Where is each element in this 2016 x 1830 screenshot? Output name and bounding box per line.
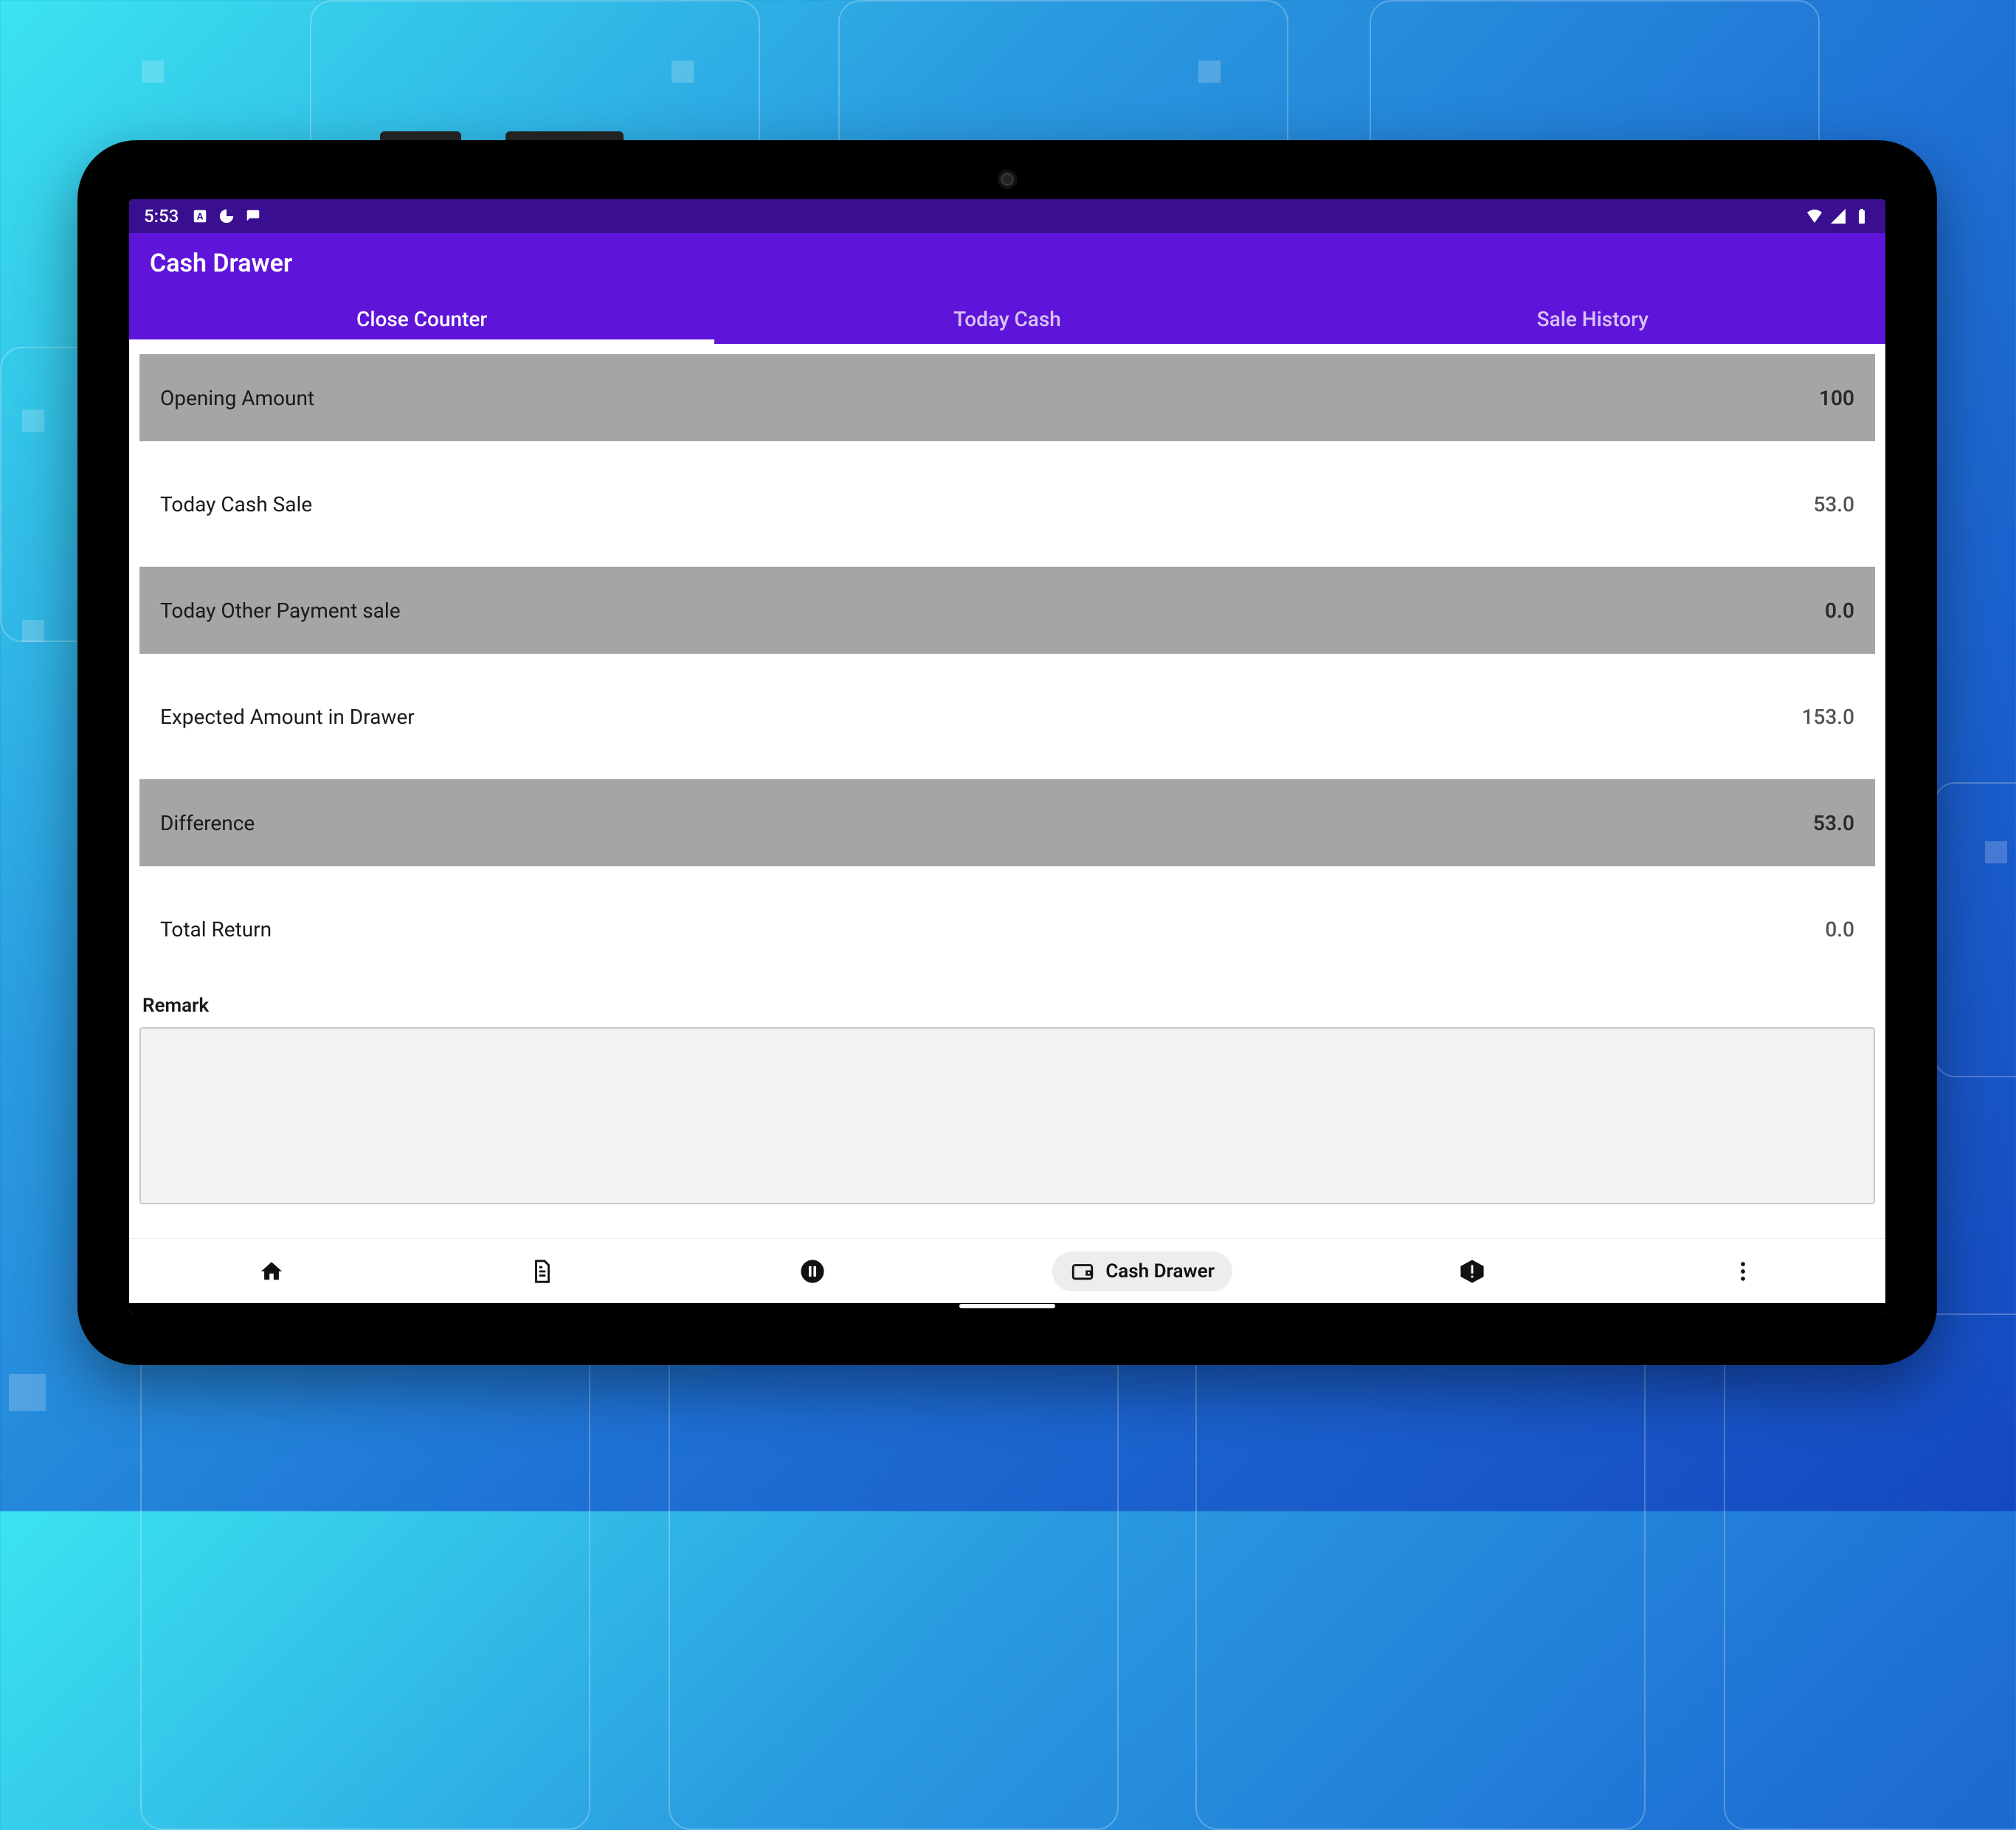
row-label: Expected Amount in Drawer [160, 705, 415, 729]
row-total-return: Total Return 0.0 [139, 885, 1875, 973]
tab-close-counter[interactable]: Close Counter [129, 294, 714, 344]
bg-decoration [672, 61, 694, 83]
row-value: 153.0 [1802, 705, 1854, 729]
nav-document[interactable] [512, 1251, 573, 1291]
more-vert-icon [1730, 1259, 1756, 1284]
nav-pause[interactable] [782, 1251, 843, 1291]
tab-today-cash[interactable]: Today Cash [714, 294, 1299, 344]
tablet-power-button [380, 131, 461, 140]
remark-label: Remark [139, 992, 1875, 1027]
row-label: Today Cash Sale [160, 492, 312, 517]
bg-decoration [142, 61, 164, 83]
notification-icon [245, 208, 261, 224]
tablet-camera [998, 170, 1017, 189]
app-bar: Cash Drawer [129, 233, 1885, 294]
row-label: Total Return [160, 917, 272, 942]
bg-decoration [1724, 1313, 2016, 1830]
bg-decoration [9, 1374, 46, 1411]
bg-decoration [1195, 1313, 1646, 1830]
row-value: 100 [1819, 386, 1854, 410]
tab-sale-history[interactable]: Sale History [1300, 294, 1885, 344]
wallet-icon [1070, 1259, 1095, 1284]
notification-icon [218, 208, 235, 224]
tab-label: Sale History [1537, 307, 1649, 331]
signal-icon [1829, 207, 1847, 225]
battery-icon [1853, 207, 1871, 225]
tab-label: Close Counter [356, 307, 487, 331]
nav-label: Cash Drawer [1105, 1260, 1215, 1282]
row-value: 0.0 [1825, 598, 1854, 623]
tablet-frame: 5:53 A Cash Drawer Close Counter Toda [77, 140, 1937, 1365]
row-today-cash-sale: Today Cash Sale 53.0 [139, 460, 1875, 548]
bg-decoration [1985, 841, 2007, 863]
row-label: Difference [160, 811, 255, 835]
content-area[interactable]: Opening Amount 100 Today Cash Sale 53.0 … [129, 344, 1885, 1238]
status-left-icons: A [192, 208, 261, 224]
alert-icon [1460, 1259, 1485, 1284]
gesture-bar [129, 1303, 1885, 1313]
remark-input[interactable] [139, 1027, 1875, 1204]
status-bar: 5:53 A [129, 199, 1885, 233]
svg-text:A: A [197, 212, 204, 223]
row-today-other-payment: Today Other Payment sale 0.0 [139, 567, 1875, 654]
nav-cash-drawer[interactable]: Cash Drawer [1052, 1251, 1232, 1291]
row-value: 0.0 [1825, 917, 1854, 942]
bottom-nav: Cash Drawer [129, 1238, 1885, 1303]
nav-home[interactable] [241, 1251, 302, 1291]
app-title: Cash Drawer [150, 249, 292, 278]
bg-decoration [140, 1313, 590, 1830]
status-time: 5:53 [144, 206, 179, 227]
nav-alert[interactable] [1442, 1251, 1502, 1291]
document-icon [530, 1259, 555, 1284]
bg-decoration [1198, 61, 1221, 83]
wifi-icon [1806, 207, 1823, 225]
row-label: Opening Amount [160, 386, 314, 410]
screen: 5:53 A Cash Drawer Close Counter Toda [129, 199, 1885, 1313]
tab-bar: Close Counter Today Cash Sale History [129, 294, 1885, 344]
tab-indicator [129, 339, 714, 344]
bg-decoration [669, 1313, 1119, 1830]
bg-decoration [1933, 782, 2016, 1077]
bg-decoration [22, 410, 44, 432]
tab-label: Today Cash [953, 307, 1061, 331]
bg-decoration [22, 620, 44, 642]
gesture-pill[interactable] [959, 1304, 1055, 1308]
status-right-icons [1806, 207, 1871, 225]
notification-icon: A [192, 208, 208, 224]
row-opening-amount: Opening Amount 100 [139, 354, 1875, 441]
row-value: 53.0 [1813, 811, 1854, 835]
home-icon [259, 1259, 284, 1284]
nav-more[interactable] [1713, 1251, 1773, 1291]
row-difference: Difference 53.0 [139, 779, 1875, 866]
pause-icon [800, 1259, 825, 1284]
row-expected-amount: Expected Amount in Drawer 153.0 [139, 673, 1875, 760]
row-label: Today Other Payment sale [160, 598, 401, 623]
row-value: 53.0 [1813, 492, 1854, 517]
tablet-volume-button [505, 131, 624, 140]
